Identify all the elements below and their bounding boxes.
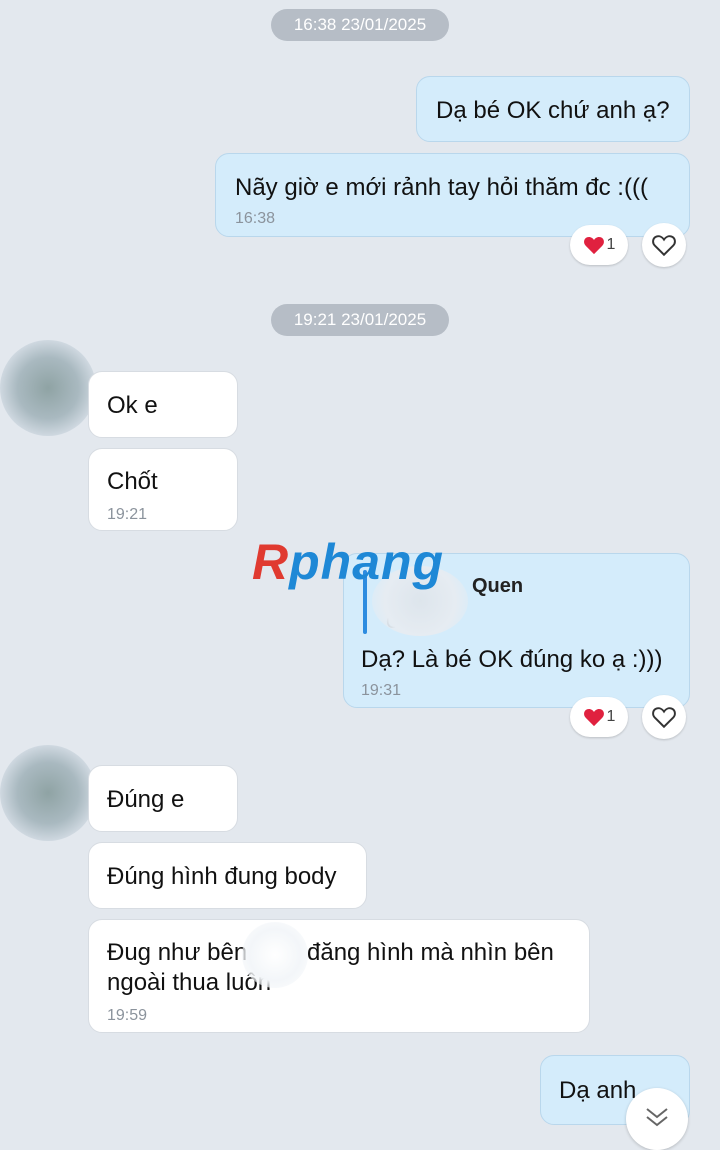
blurred-name bbox=[242, 922, 308, 988]
sender-avatar[interactable] bbox=[0, 745, 96, 841]
reaction-badge[interactable]: 1 bbox=[570, 697, 628, 737]
message-bubble-incoming[interactable]: Đúng hình đung body bbox=[88, 842, 367, 909]
scroll-to-bottom-button[interactable] bbox=[626, 1088, 688, 1150]
message-bubble-incoming[interactable]: Chốt 19:21 bbox=[88, 448, 238, 531]
watermark-logo: Rphang bbox=[252, 534, 445, 590]
date-separator: 19:21 23/01/2025 bbox=[271, 304, 449, 336]
reaction-count: 1 bbox=[606, 708, 616, 725]
message-text: Dạ bé OK chứ anh ạ? bbox=[436, 97, 670, 124]
message-time: 19:31 bbox=[361, 682, 402, 699]
message-time: 19:21 bbox=[107, 506, 148, 523]
reaction-badge[interactable]: 1 bbox=[570, 225, 628, 265]
message-bubble-outgoing[interactable]: Dạ bé OK chứ anh ạ? bbox=[416, 76, 690, 142]
sender-avatar[interactable] bbox=[0, 340, 96, 436]
message-text-line: đăng hình mà nhìn bên bbox=[307, 939, 554, 966]
message-time: 16:38 bbox=[235, 210, 276, 227]
message-text: Đúng hình đung body bbox=[107, 863, 337, 890]
message-text: Dạ? Là bé OK đúng ko ạ :))) bbox=[361, 646, 663, 673]
date-separator: 16:38 23/01/2025 bbox=[271, 9, 449, 41]
red-heart-icon bbox=[583, 708, 604, 727]
message-bubble-incoming[interactable]: Đúng e bbox=[88, 765, 238, 832]
message-time: 19:59 bbox=[107, 1007, 148, 1024]
react-button[interactable] bbox=[642, 695, 686, 739]
quote-name: Quen bbox=[472, 575, 524, 597]
message-bubble-outgoing[interactable]: Nãy giờ e mới rảnh tay hỏi thăm đc :((( … bbox=[215, 153, 690, 237]
message-text: Ok e bbox=[107, 392, 158, 419]
red-heart-icon bbox=[583, 236, 604, 255]
react-button[interactable] bbox=[642, 223, 686, 267]
message-bubble-incoming[interactable]: Đug như bên đăng hình mà nhìn bên ngoài … bbox=[88, 919, 590, 1033]
message-bubble-incoming[interactable]: Ok e bbox=[88, 371, 238, 438]
message-text: Nãy giờ e mới rảnh tay hỏi thăm đc :((( bbox=[235, 174, 648, 201]
reaction-count: 1 bbox=[606, 236, 616, 253]
message-text: Chốt bbox=[107, 468, 158, 495]
chevron-down-icon bbox=[646, 1108, 668, 1127]
message-text-line: Đug như bên bbox=[107, 939, 248, 966]
message-text: Đúng e bbox=[107, 786, 185, 813]
heart-outline-icon bbox=[652, 707, 676, 729]
message-text: Dạ anh bbox=[559, 1077, 637, 1104]
heart-outline-icon bbox=[652, 235, 676, 257]
